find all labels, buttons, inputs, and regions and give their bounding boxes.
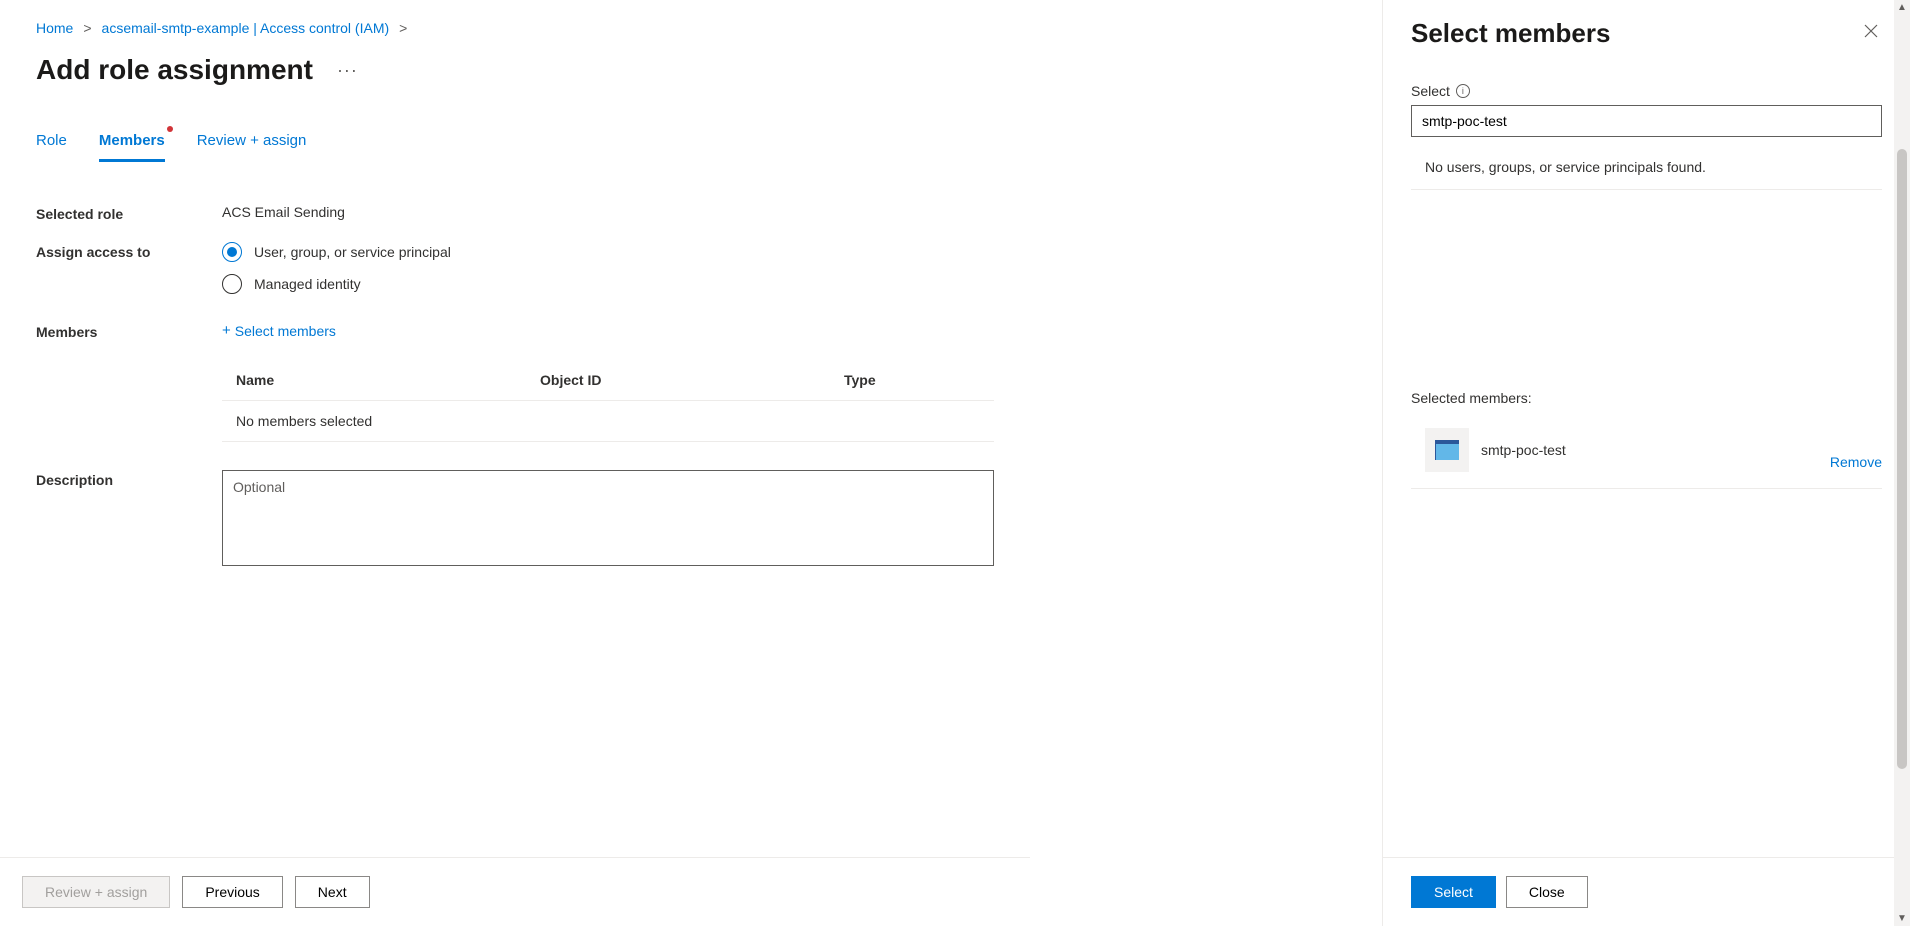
main-footer: Review + assign Previous Next — [0, 857, 1030, 926]
scroll-down-icon[interactable]: ▼ — [1897, 911, 1907, 926]
breadcrumb-home[interactable]: Home — [36, 20, 73, 36]
tab-review-assign[interactable]: Review + assign — [197, 132, 307, 162]
select-members-link[interactable]: + Select members — [222, 322, 336, 339]
description-label: Description — [36, 470, 222, 488]
description-textarea[interactable] — [222, 470, 994, 566]
radio-user-group[interactable]: User, group, or service principal — [222, 242, 994, 262]
close-icon[interactable] — [1860, 20, 1882, 47]
selected-member-name: smtp-poc-test — [1481, 442, 1818, 458]
tab-members-label: Members — [99, 132, 165, 149]
select-input-label: Select — [1411, 83, 1450, 99]
ellipsis-icon[interactable]: ··· — [337, 60, 358, 81]
chevron-right-icon: > — [399, 20, 407, 36]
select-members-panel: Select members Select i No users, groups… — [1382, 0, 1910, 926]
remove-member-link[interactable]: Remove — [1830, 454, 1882, 472]
panel-title: Select members — [1411, 18, 1610, 49]
selected-role-value: ACS Email Sending — [222, 204, 994, 220]
select-members-link-label: Select members — [235, 323, 336, 339]
select-button[interactable]: Select — [1411, 876, 1496, 908]
divider — [1411, 189, 1882, 190]
previous-button[interactable]: Previous — [182, 876, 282, 908]
selected-role-label: Selected role — [36, 204, 222, 222]
col-type: Type — [844, 372, 980, 388]
scrollbar[interactable]: ▲ ▼ — [1894, 0, 1910, 926]
page-title: Add role assignment — [36, 54, 313, 86]
selected-member-row: smtp-poc-test Remove — [1411, 428, 1882, 489]
radio-unchecked-icon — [222, 274, 242, 294]
no-results-text: No users, groups, or service principals … — [1411, 159, 1882, 175]
plus-icon: + — [222, 322, 231, 339]
radio-managed-identity-label: Managed identity — [254, 276, 361, 292]
chevron-right-icon: > — [83, 20, 91, 36]
radio-managed-identity[interactable]: Managed identity — [222, 274, 994, 294]
members-table: Name Object ID Type No members selected — [222, 360, 994, 442]
assign-access-label: Assign access to — [36, 242, 222, 260]
col-object-id: Object ID — [540, 372, 844, 388]
radio-checked-icon — [222, 242, 242, 262]
selected-members-label: Selected members: — [1411, 390, 1882, 406]
scroll-thumb[interactable] — [1897, 149, 1907, 769]
members-label: Members — [36, 322, 222, 340]
tab-role[interactable]: Role — [36, 132, 67, 162]
tabs: Role Members Review + assign — [36, 132, 994, 162]
tab-members[interactable]: Members — [99, 132, 165, 162]
breadcrumb-resource[interactable]: acsemail-smtp-example | Access control (… — [102, 20, 390, 36]
next-button[interactable]: Next — [295, 876, 370, 908]
review-assign-button[interactable]: Review + assign — [22, 876, 170, 908]
col-name: Name — [236, 372, 540, 388]
info-icon[interactable]: i — [1456, 84, 1470, 98]
no-members-text: No members selected — [236, 413, 540, 429]
breadcrumb: Home > acsemail-smtp-example | Access co… — [36, 20, 994, 36]
panel-footer: Select Close — [1383, 857, 1910, 926]
table-row-empty: No members selected — [222, 401, 994, 442]
close-button[interactable]: Close — [1506, 876, 1588, 908]
radio-user-group-label: User, group, or service principal — [254, 244, 451, 260]
dot-indicator-icon — [167, 126, 173, 132]
scroll-up-icon[interactable]: ▲ — [1897, 0, 1907, 15]
select-search-input[interactable] — [1411, 105, 1882, 137]
app-registration-icon — [1425, 428, 1469, 472]
